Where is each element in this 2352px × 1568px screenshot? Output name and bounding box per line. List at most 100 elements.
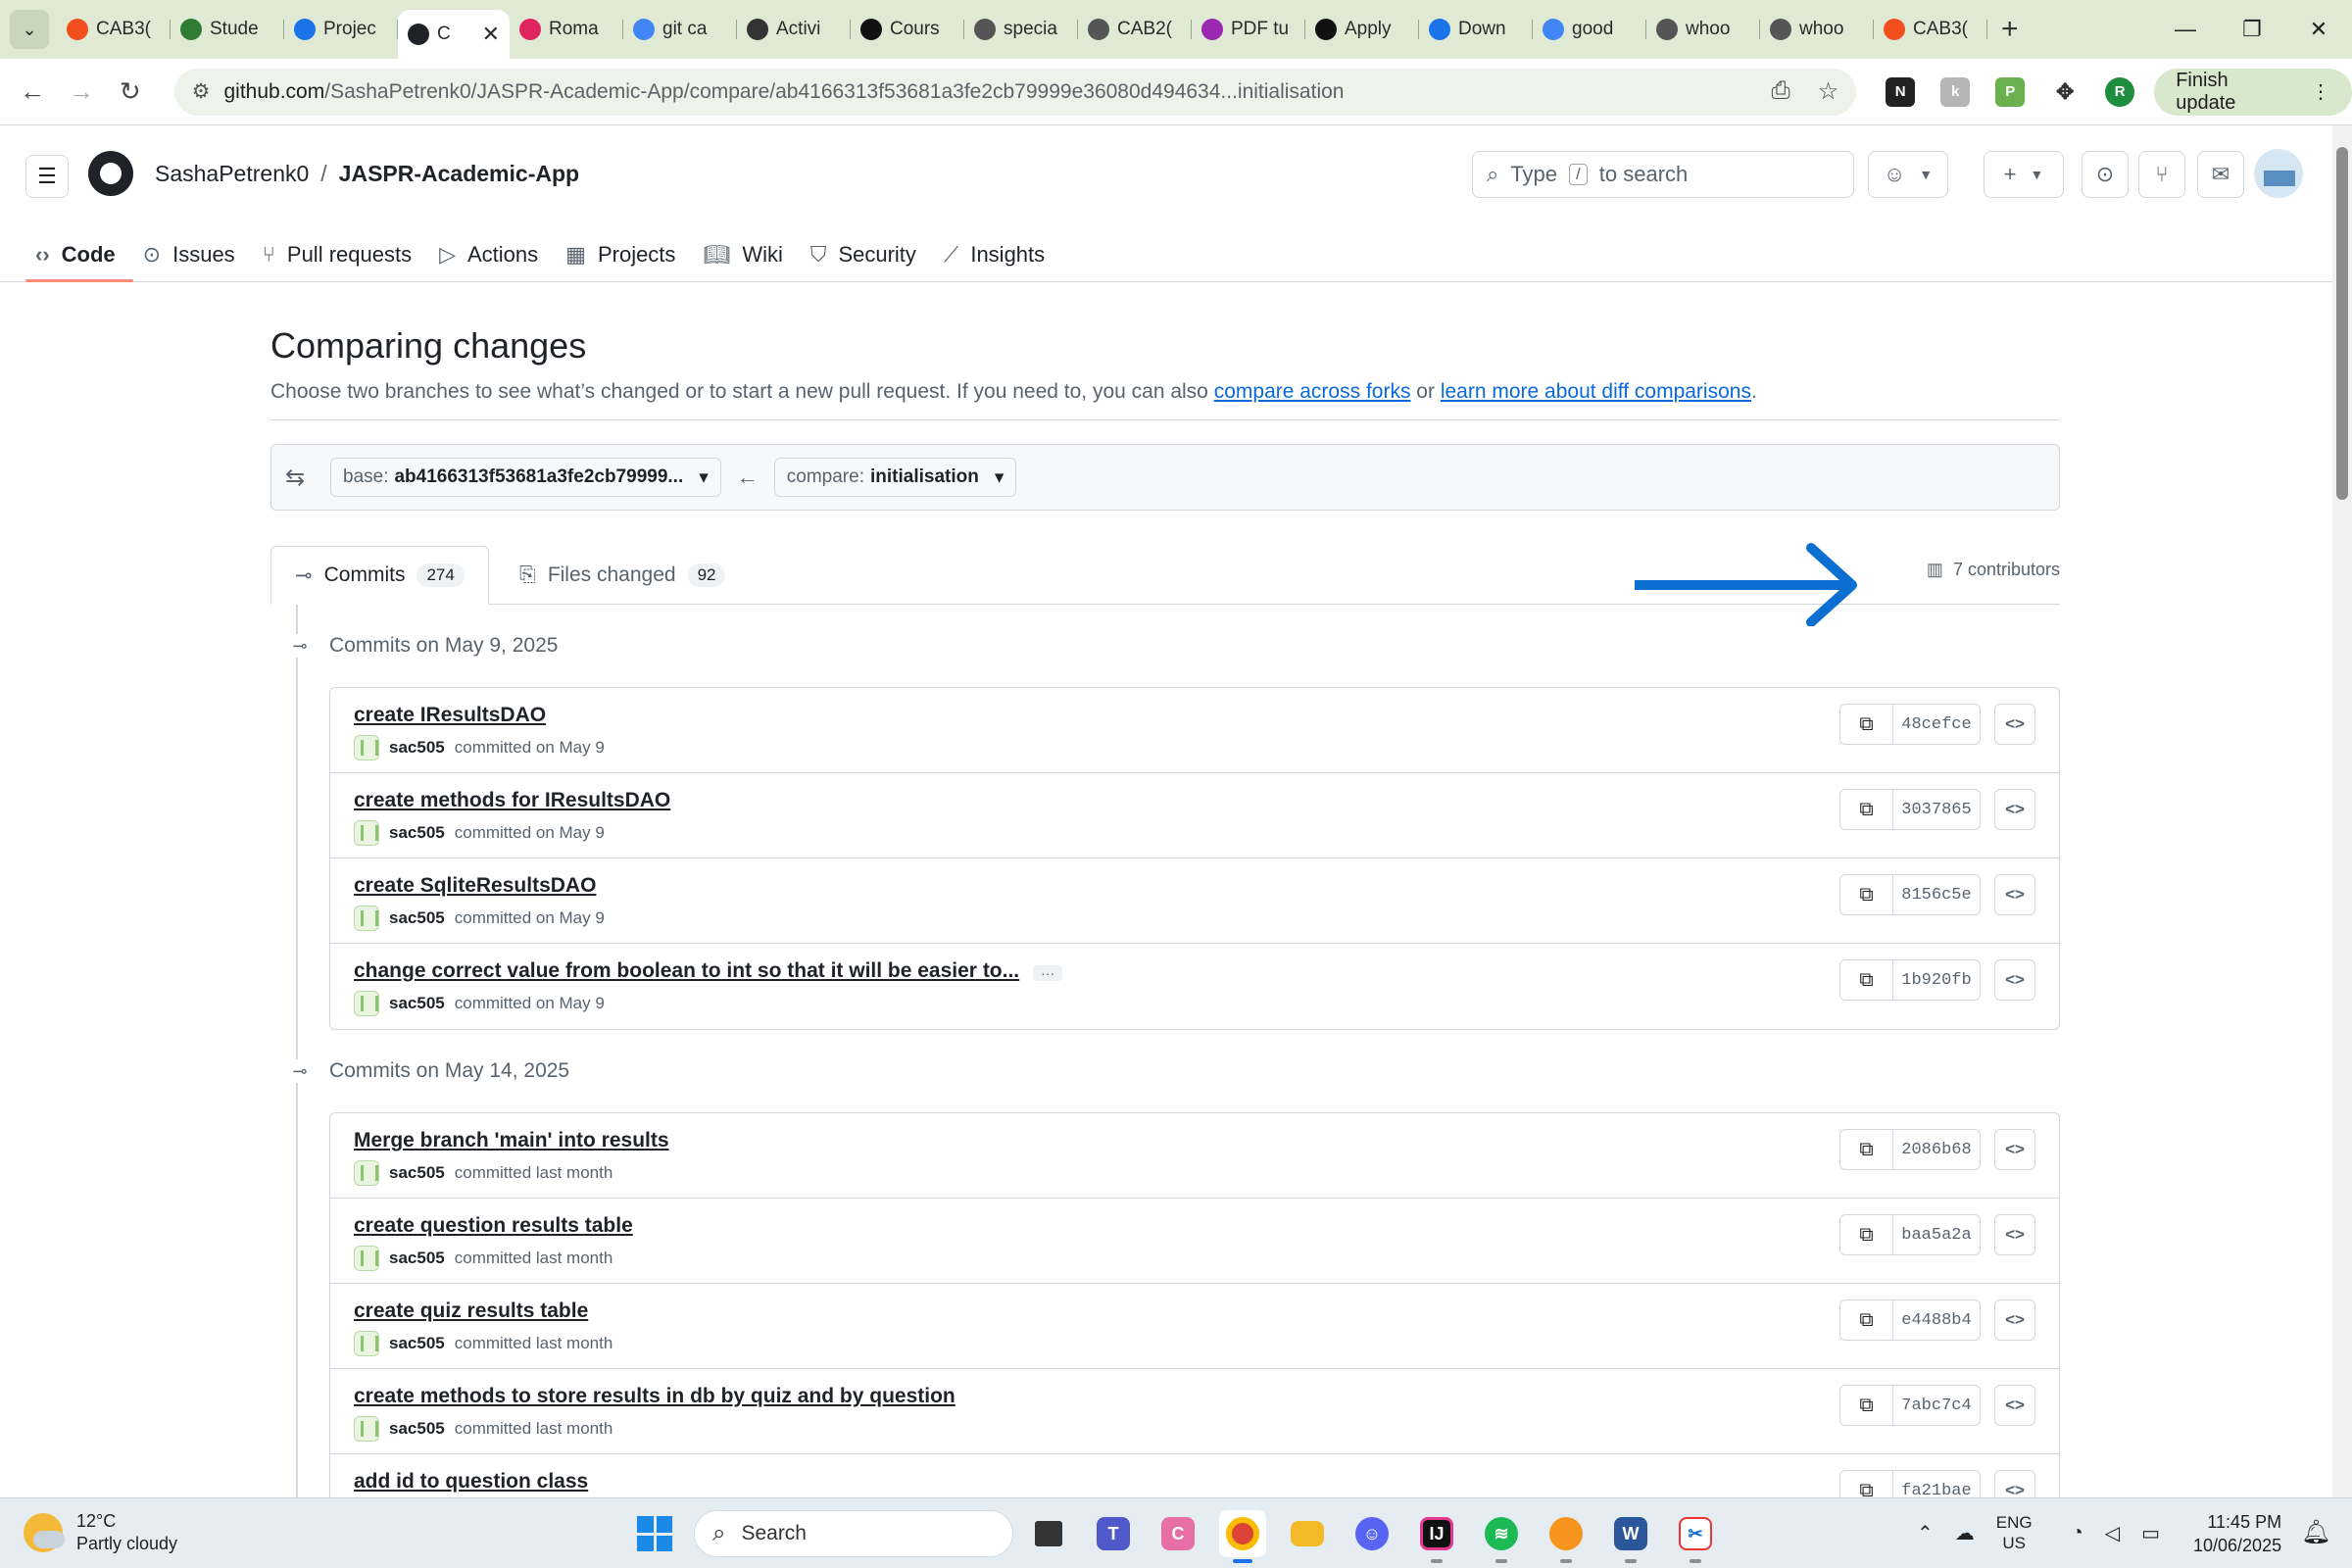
author-avatar[interactable] [354,1331,379,1356]
onedrive-icon[interactable]: ☁ [1955,1521,1975,1545]
copilot-button[interactable]: ☺ ▼ [1868,151,1948,198]
commit-author[interactable]: sac505 [389,738,445,758]
contributors-link[interactable]: ▥ 7 contributors [1927,560,2060,580]
extension-icon[interactable]: k [1940,76,1971,107]
commit-sha[interactable]: 7abc7c4 [1893,1386,1980,1425]
bookmark-star-icon[interactable]: ☆ [1818,77,1839,106]
issues-button[interactable]: ⊙ [2082,151,2129,198]
new-tab-icon[interactable]: + [2001,13,2019,46]
commit-author[interactable]: sac505 [389,823,445,843]
browser-tab[interactable]: CAB3( [1874,8,1987,51]
commit-title-link[interactable]: create SqliteResultsDAO [354,874,596,897]
commit-author[interactable]: sac505 [389,1249,445,1268]
commit-title-link[interactable]: change correct value from boolean to int… [354,959,1019,982]
profile-avatar[interactable]: R [2105,76,2135,107]
browse-repo-code-icon[interactable]: <> [1994,1299,2035,1341]
browser-tab[interactable]: Down [1419,8,1533,51]
tab-wiki[interactable]: 📖︎ Wiki [693,227,800,282]
repo-owner-link[interactable]: SashaPetrenk0 [155,161,309,186]
browse-repo-code-icon[interactable]: <> [1994,1129,2035,1170]
notion-extension-icon[interactable]: N [1886,76,1916,107]
copy-icon[interactable]: ⧉ [1840,705,1893,744]
site-info-icon[interactable]: ⚙ [192,79,211,104]
author-avatar[interactable] [354,820,379,846]
intellij-icon[interactable]: IJ [1413,1510,1460,1563]
pdf-extension-icon[interactable]: P [1995,76,2026,107]
more-menu-icon[interactable]: ⋮ [2311,79,2330,104]
task-view-icon[interactable] [1025,1510,1072,1557]
browser-tab[interactable]: CAB3( [57,8,171,51]
puzzle-extensions-icon[interactable]: ✥ [2050,76,2081,107]
weather-widget[interactable]: 12°C Partly cloudy [24,1510,177,1555]
commit-title-link[interactable]: Merge branch 'main' into results [354,1129,669,1152]
teams-icon[interactable]: T [1090,1510,1137,1557]
pull-requests-button[interactable]: ⑂ [2138,151,2185,198]
compare-forks-link[interactable]: compare across forks [1214,380,1411,403]
compare-branch-select[interactable]: compare: initialisation ▾ [773,458,1017,497]
commit-sha[interactable]: 1b920fb [1893,960,1980,1000]
browser-tab[interactable]: good [1533,8,1646,51]
browse-repo-code-icon[interactable]: <> [1994,1385,2035,1426]
github-search-input[interactable]: ⌕ Type / to search [1472,151,1854,198]
author-avatar[interactable] [354,1160,379,1186]
copy-icon[interactable]: ⧉ [1840,1215,1893,1254]
tab-code[interactable]: ‹› Code [25,227,133,282]
tab-projects[interactable]: ▦ Projects [556,227,693,282]
browser-tab[interactable]: specia [964,8,1078,51]
tab-security[interactable]: ⛉ Security [801,227,934,282]
base-branch-select[interactable]: base: ab4166313f53681a3fe2cb79999... ▾ [330,458,721,497]
page-scrollbar[interactable] [2332,125,2352,1497]
chevron-up-icon[interactable]: ⌃ [1917,1521,1934,1545]
browser-tab[interactable]: git ca [623,8,737,51]
copy-icon[interactable]: ⧉ [1840,960,1893,1000]
diff-comparisons-link[interactable]: learn more about diff comparisons [1441,380,1751,403]
browser-tab[interactable]: Stude [171,8,284,51]
browser-tab[interactable]: Apply [1305,8,1419,51]
hamburger-menu-icon[interactable]: ☰ [25,155,69,198]
author-avatar[interactable] [354,991,379,1016]
commit-sha[interactable]: 2086b68 [1893,1130,1980,1169]
commit-title-link[interactable]: create quiz results table [354,1299,588,1322]
browser-tab[interactable]: Projec [284,8,398,51]
expand-message-button[interactable]: ··· [1033,964,1063,981]
author-avatar[interactable] [354,1416,379,1442]
commit-sha[interactable]: 48cefce [1893,705,1980,744]
tab-insights[interactable]: ⟋ Insights [934,227,1062,282]
battery-icon[interactable]: ▭ [2141,1521,2160,1545]
tab-commits[interactable]: ⊸ Commits 274 [270,546,489,605]
restore-icon[interactable]: ❐ [2219,17,2285,42]
inbox-button[interactable]: ✉ [2197,151,2244,198]
browse-repo-code-icon[interactable]: <> [1994,789,2035,830]
language-indicator[interactable]: ENG US [1996,1512,2033,1553]
wifi-icon[interactable]: ◔ [2072,1522,2083,1544]
minimize-icon[interactable]: — [2152,17,2219,42]
author-avatar[interactable] [354,906,379,931]
word-icon[interactable]: W [1607,1510,1654,1563]
browser-tab[interactable]: PDF tu [1192,8,1305,51]
install-app-icon[interactable]: ⎙ [1772,77,1790,106]
commit-author[interactable]: sac505 [389,1419,445,1439]
file-explorer-icon[interactable] [1284,1510,1331,1557]
address-bar[interactable]: ⚙ github.com/SashaPetrenk0/JASPR-Academi… [173,68,1857,116]
close-tab-icon[interactable]: ✕ [482,22,500,47]
spotify-icon[interactable]: ≋ [1478,1510,1525,1563]
back-icon[interactable]: ← [8,76,57,107]
commit-sha[interactable]: 8156c5e [1893,875,1980,914]
commit-sha[interactable]: e4488b4 [1893,1300,1980,1340]
volume-icon[interactable]: ◁ [2105,1521,2120,1545]
scrollbar-thumb[interactable] [2336,147,2348,500]
commit-sha[interactable]: 3037865 [1893,790,1980,829]
commit-title-link[interactable]: create methods for IResultsDAO [354,789,670,811]
browse-repo-code-icon[interactable]: <> [1994,1214,2035,1255]
tab-actions[interactable]: ▷ Actions [429,227,556,282]
commit-author[interactable]: sac505 [389,994,445,1013]
commit-author[interactable]: sac505 [389,1163,445,1183]
commit-title-link[interactable]: create IResultsDAO [354,704,546,726]
snipping-tool-icon[interactable]: ✂ [1672,1510,1719,1563]
commit-title-link[interactable]: add id to question class [354,1470,588,1493]
browser-tab[interactable]: Activi [737,8,851,51]
forward-icon[interactable]: → [57,76,106,107]
commit-title-link[interactable]: create methods to store results in db by… [354,1385,956,1407]
author-avatar[interactable] [354,735,379,760]
chrome-icon[interactable] [1219,1510,1266,1563]
